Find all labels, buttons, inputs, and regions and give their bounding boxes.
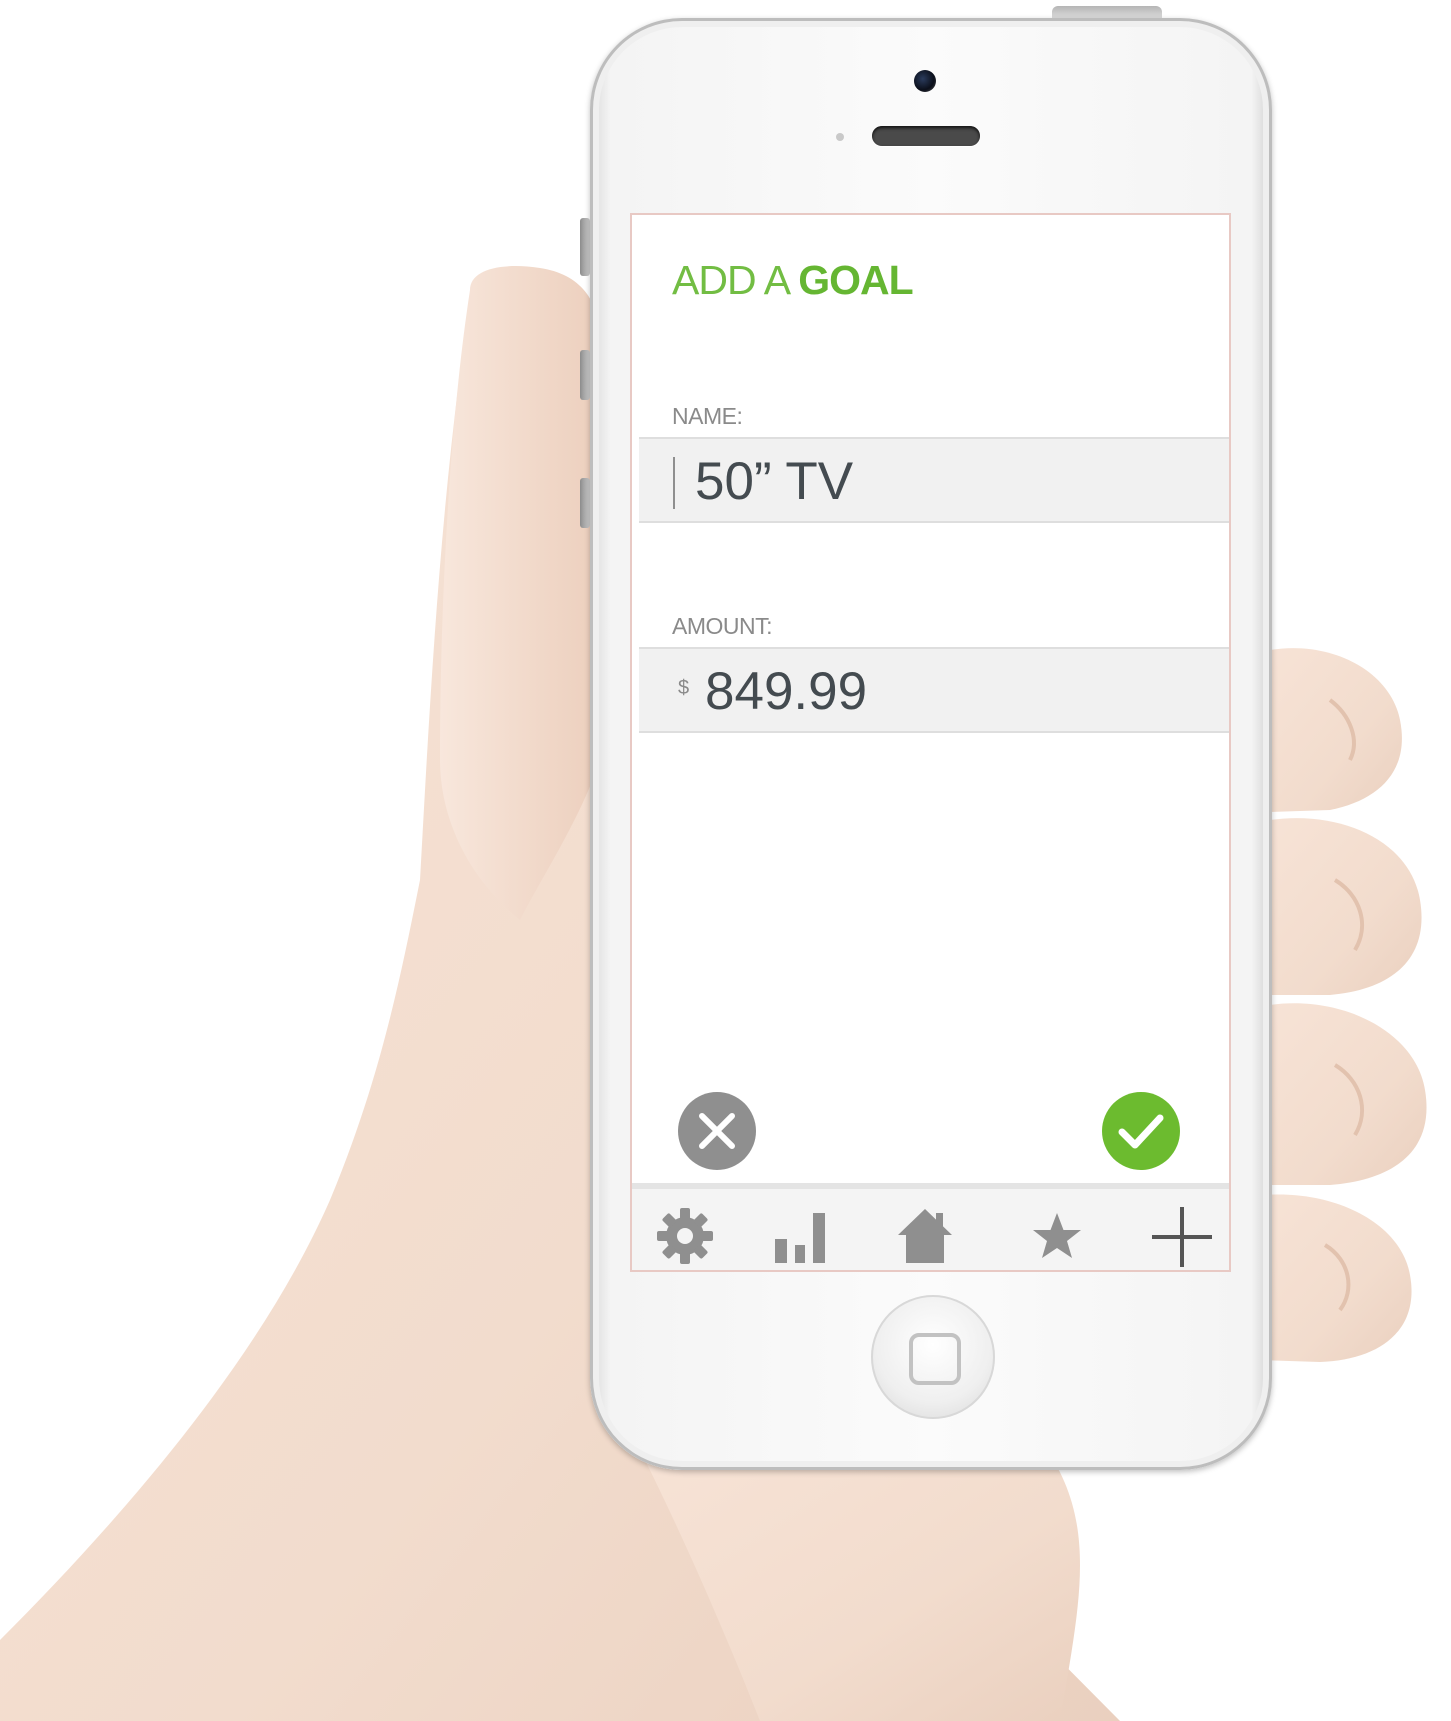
tab-settings[interactable] (650, 1201, 720, 1270)
tab-stats[interactable] (767, 1201, 837, 1270)
star-icon (1033, 1213, 1081, 1258)
home-icon (898, 1209, 952, 1263)
text-caret (673, 457, 675, 509)
name-field-label: NAME: (672, 403, 743, 429)
check-circle-icon (1118, 1114, 1164, 1149)
tab-favorites[interactable] (1022, 1201, 1092, 1270)
amount-input[interactable]: $ 849.99 (639, 647, 1229, 733)
bottom-tab-bar (632, 1183, 1229, 1270)
home-button[interactable] (871, 1295, 995, 1419)
bar-chart-icon (775, 1213, 825, 1263)
tab-home[interactable] (890, 1201, 960, 1270)
page-title-prefix: ADD A (672, 257, 789, 303)
front-camera (914, 70, 936, 92)
cancel-button[interactable] (678, 1092, 756, 1170)
volume-up-button[interactable] (580, 350, 590, 400)
tab-add[interactable] (1147, 1201, 1217, 1270)
page-title-emphasis: GOAL (798, 257, 913, 303)
name-input-value: 50” TV (695, 452, 854, 511)
home-square-icon (909, 1333, 961, 1385)
amount-input-value: 849.99 (705, 662, 868, 721)
photo-stage: ADD A GOAL NAME: 50” TV AMOUNT: $ 849.99 (0, 0, 1451, 1721)
page-title: ADD A GOAL (672, 257, 914, 304)
earpiece-speaker (872, 126, 980, 146)
close-circle-icon (699, 1113, 735, 1149)
gear-icon (657, 1208, 713, 1264)
name-input[interactable]: 50” TV (639, 437, 1229, 523)
mute-switch[interactable] (580, 218, 590, 276)
phone-device: ADD A GOAL NAME: 50” TV AMOUNT: $ 849.99 (590, 18, 1272, 1470)
proximity-sensor (836, 133, 844, 141)
confirm-button[interactable] (1102, 1092, 1180, 1170)
currency-symbol: $ (678, 677, 690, 699)
app-screen: ADD A GOAL NAME: 50” TV AMOUNT: $ 849.99 (630, 213, 1231, 1272)
amount-field-label: AMOUNT: (672, 613, 773, 639)
volume-down-button[interactable] (580, 478, 590, 528)
plus-icon (1152, 1207, 1212, 1267)
